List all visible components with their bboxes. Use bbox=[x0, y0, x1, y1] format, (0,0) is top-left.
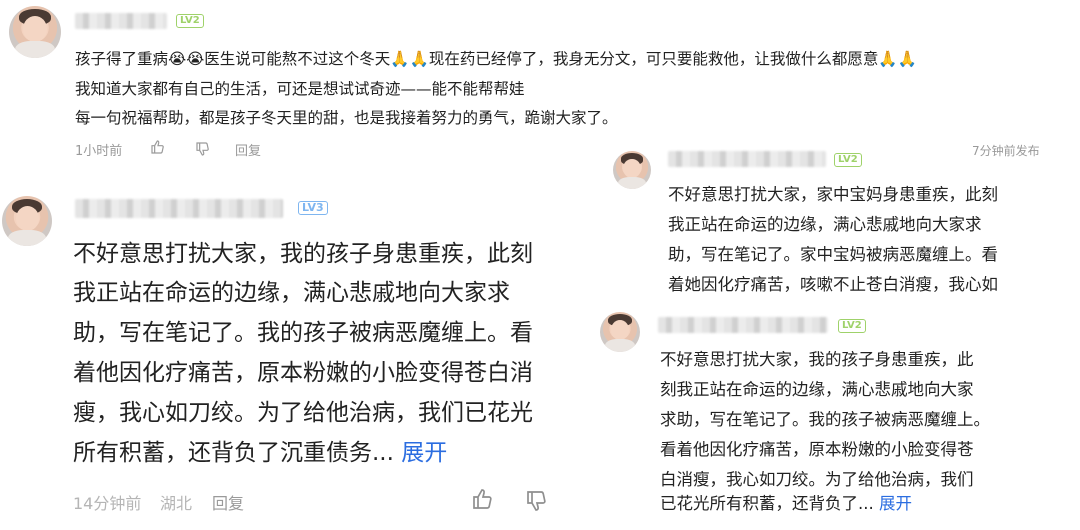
comment-location: 湖北 bbox=[160, 494, 193, 513]
comment-text-line: 孩子得了重病😭😭医生说可能熬不过这个冬天🙏🙏现在药已经停了，我身无分文，可只要能… bbox=[75, 50, 917, 68]
reply-button[interactable]: 回复 bbox=[212, 490, 244, 514]
comment-text-line: 不好意思打扰大家，家中宝妈身患重疾，此刻 bbox=[668, 185, 998, 204]
publish-time: 7分钟前发布 bbox=[972, 144, 1040, 158]
level-badge: LV2 bbox=[838, 319, 866, 333]
comment-text-line: 我正站在命运的边缘，满心悲戚地向大家求 bbox=[73, 280, 510, 306]
username-blurred[interactable] bbox=[658, 317, 828, 333]
avatar[interactable] bbox=[600, 312, 640, 352]
comment-text-line: 已花光所有积蓄，还背负了... 展开 bbox=[660, 490, 912, 514]
expand-link[interactable]: 展开 bbox=[879, 494, 912, 513]
level-badge: LV2 bbox=[834, 153, 862, 167]
comment-time: 1小时前 bbox=[75, 144, 123, 159]
username-blurred[interactable] bbox=[75, 13, 167, 29]
comment-text-line: 我知道大家都有自己的生活，可还是想试试奇迹——能不能帮帮娃 bbox=[75, 80, 525, 98]
comment-text-tail: 所有积蓄，还背负了沉重债务... bbox=[73, 440, 394, 466]
thumbs-up-icon[interactable] bbox=[150, 139, 166, 155]
expand-link[interactable]: 展开 bbox=[401, 440, 447, 466]
username-blurred[interactable] bbox=[668, 151, 826, 167]
comment-text-line: 瘦，我心如刀绞。为了给他治病，我们已花光 bbox=[73, 400, 533, 426]
level-badge: LV3 bbox=[298, 201, 328, 215]
comment-text-line: 助，写在笔记了。家中宝妈被病恶魔缠上。看 bbox=[668, 245, 998, 264]
avatar[interactable] bbox=[9, 6, 61, 58]
comment-text-line: 不好意思打扰大家，我的孩子身患重疾，此刻 bbox=[73, 241, 533, 267]
comment-text-line: 白消瘦，我心如刀绞。为了给他治病，我们 bbox=[660, 470, 974, 489]
thumbs-up-icon[interactable] bbox=[471, 487, 495, 511]
avatar[interactable] bbox=[2, 196, 52, 246]
comment-text-line: 着她因化疗痛苦，咳嗽不止苍白消瘦，我心如 bbox=[668, 275, 998, 294]
comment-text-line: 求助，写在笔记了。我的孩子被病恶魔缠上。 bbox=[660, 410, 990, 429]
comment-text-tail: 已花光所有积蓄，还背负了... bbox=[660, 494, 874, 513]
comment-text-line: 着他因化疗痛苦，原本粉嫩的小脸变得苍白消 bbox=[73, 360, 533, 386]
level-badge: LV2 bbox=[176, 14, 204, 28]
username-blurred[interactable] bbox=[75, 199, 283, 218]
comment-text-line: 不好意思打扰大家，我的孩子身患重疾，此 bbox=[660, 350, 974, 369]
comment-text-line: 我正站在命运的边缘，满心悲戚地向大家求 bbox=[668, 215, 982, 234]
comment-text-line: 每一句祝福帮助，都是孩子冬天里的甜，也是我接着努力的勇气，跪谢大家了。 bbox=[75, 109, 618, 127]
thumbs-down-icon[interactable] bbox=[525, 489, 549, 513]
comment-text-line: 刻我正站在命运的边缘，满心悲戚地向大家 bbox=[660, 380, 974, 399]
comment-time: 14分钟前 bbox=[73, 494, 142, 513]
comment-text-line: 看着他因化疗痛苦，原本粉嫩的小脸变得苍 bbox=[660, 440, 974, 459]
reply-button[interactable]: 回复 bbox=[235, 140, 261, 159]
comment-text-line: 所有积蓄，还背负了沉重债务... 展开 bbox=[73, 433, 447, 467]
avatar[interactable] bbox=[613, 151, 651, 189]
thumbs-down-icon[interactable] bbox=[195, 141, 211, 157]
comment-text-line: 助，写在笔记了。我的孩子被病恶魔缠上。看 bbox=[73, 320, 533, 346]
